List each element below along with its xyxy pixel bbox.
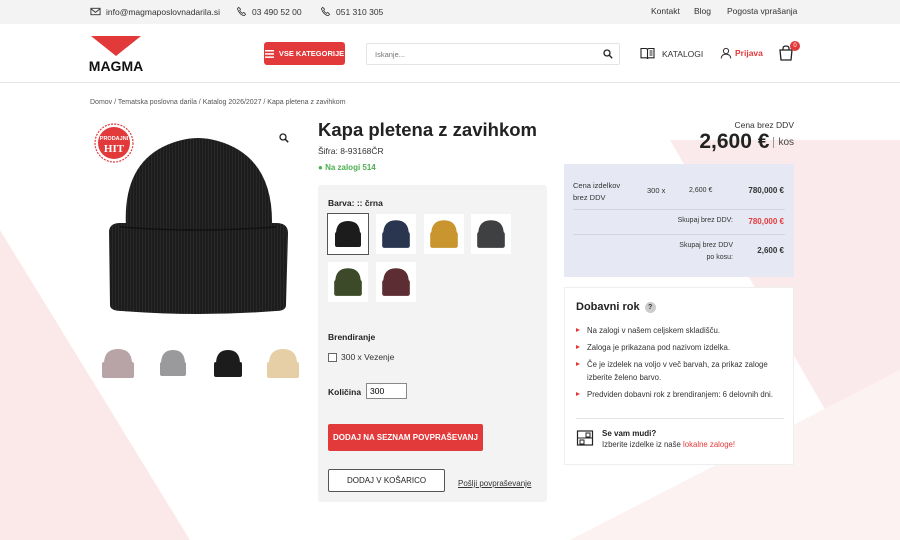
phone-text: 03 490 52 00 (252, 6, 302, 17)
categories-label: VSE KATEGORIJE (278, 49, 345, 58)
product-main-image[interactable]: PRODAJNI HIT (90, 117, 300, 329)
list-item: Na zalogi v našem celjskem skladišču. (576, 324, 786, 337)
product-price: 2,600 € kos (699, 130, 794, 154)
thumbnail[interactable] (255, 340, 310, 385)
list-item: Če je izdelek na voljo v več barvah, za … (576, 358, 786, 384)
mobile-phone-icon (320, 6, 331, 17)
add-to-inquiry-button[interactable]: DODAJ NA SEZNAM POVPRAŠEVANJ (328, 424, 483, 451)
user-icon (720, 47, 732, 59)
per-piece-label: Skupaj brez DDV po kosu: (679, 242, 733, 261)
topbar-phone-1[interactable]: 03 490 52 00 (236, 6, 302, 17)
row-total: 780,000 € (748, 186, 784, 195)
all-categories-button[interactable]: VSE KATEGORIJE (264, 42, 345, 65)
search-icon (603, 49, 613, 59)
stock-status: ● Na zalogi 514 (318, 163, 376, 172)
color-swatch-burgundy[interactable] (376, 262, 416, 302)
divider (573, 234, 785, 235)
price-summary-table: Cena izdelkov brez DDV 300 x 2,600 € 780… (564, 164, 794, 277)
catalogs-link[interactable]: KATALOGI (640, 47, 703, 60)
login-link[interactable]: Prijava (720, 47, 763, 59)
price-unit: kos (773, 136, 794, 148)
top-bar: info@magmaposlovnadarila.si 03 490 52 00… (0, 0, 900, 24)
color-label: Barva: :: črna (328, 198, 383, 208)
local-stock-link[interactable]: lokalne zaloge! (683, 440, 735, 449)
thumbnail[interactable] (90, 340, 145, 385)
warehouse-icon (576, 430, 594, 446)
delivery-info-box: Dobavni rok ? Na zalogi v našem celjskem… (564, 287, 794, 465)
breadcrumb[interactable]: Domov / Tematska poslovna darila / Katal… (90, 99, 346, 106)
thumbnail[interactable] (200, 340, 255, 385)
divider (576, 418, 784, 419)
delivery-list: Na zalogi v našem celjskem skladišču. Za… (576, 324, 786, 405)
book-icon (640, 47, 655, 60)
login-label: Prijava (735, 48, 763, 58)
subtotal-label: Skupaj brez DDV: (677, 217, 733, 224)
phone-icon (236, 6, 247, 17)
beanie-image (109, 138, 288, 314)
topbar-link-blog[interactable]: Blog (694, 6, 711, 16)
help-icon[interactable]: ? (644, 301, 656, 313)
add-to-cart-button[interactable]: DODAJ V KOŠARICO (328, 469, 445, 492)
phone-text: 051 310 305 (336, 6, 384, 17)
row-unit-price: 2,600 € (689, 187, 713, 194)
thumbnail-strip (90, 340, 310, 385)
stock-text: Na zalogi 514 (325, 163, 376, 172)
main-header: MAGMA VSE KATEGORIJE KATALOGI Prijava 0 (0, 24, 900, 83)
list-item: Predviden dobavni rok z brendiranjem: 6 … (576, 388, 786, 401)
urgent-help: Se vam mudi? Izberite izdelke iz naše lo… (576, 429, 735, 449)
topbar-link-faq[interactable]: Pogosta vprašanja (727, 6, 797, 16)
magma-logo[interactable]: MAGMA (89, 34, 143, 74)
quantity-input[interactable] (366, 383, 407, 399)
search-box (366, 43, 620, 65)
catalogs-label: KATALOGI (662, 48, 704, 59)
email-text: info@magmaposlovnadarila.si (106, 6, 220, 17)
branding-checkbox[interactable] (328, 352, 337, 362)
branding-option[interactable]: 300 x Vezenje (328, 352, 394, 362)
logo-text: MAGMA (89, 58, 143, 74)
cart-count-badge: 0 (790, 41, 800, 51)
topbar-link-kontakt[interactable]: Kontakt (651, 6, 680, 16)
delivery-title: Dobavni rok ? (576, 301, 656, 313)
quantity-label: Količina (328, 387, 362, 397)
product-options-panel: Barva: :: črna Brendiranje 300 x Vezenje… (318, 185, 547, 502)
thumbnail[interactable] (145, 340, 200, 385)
topbar-email[interactable]: info@magmaposlovnadarila.si (90, 6, 220, 17)
branding-option-label: 300 x Vezenje (341, 352, 395, 362)
subtotal-value: 780,000 € (748, 217, 784, 226)
row-qty: 300 x (647, 186, 666, 195)
send-inquiry-link[interactable]: Pošlji povpraševanje (458, 479, 531, 488)
list-item: Zaloga je prikazana pod nazivom izdelka. (576, 341, 786, 354)
branding-label: Brendiranje (328, 332, 376, 342)
color-swatch-black[interactable] (327, 213, 369, 255)
search-input[interactable] (367, 44, 587, 64)
divider (573, 209, 785, 210)
price-amount: 2,600 € (699, 130, 770, 153)
mail-icon (90, 7, 101, 16)
row-label: Cena izdelkov brez DDV (573, 181, 621, 202)
color-swatch-navy[interactable] (376, 214, 416, 254)
price-label: Cena brez DDV (734, 120, 794, 130)
topbar-phone-2[interactable]: 051 310 305 (320, 6, 383, 17)
per-piece-value: 2,600 € (757, 246, 784, 255)
color-swatch-mustard[interactable] (424, 214, 464, 254)
help-title: Se vam mudi? (602, 429, 657, 438)
help-text-line: Izberite izdelke iz naše lokalne zaloge! (602, 440, 735, 449)
help-text: Izberite izdelke iz naše (602, 440, 681, 449)
delivery-title-text: Dobavni rok (576, 301, 640, 313)
cart-button[interactable]: 0 (777, 41, 800, 64)
product-sku: Šifra: 8-93168ČR (318, 146, 384, 156)
color-swatch-grey[interactable] (471, 214, 511, 254)
product-title: Kapa pletena z zavihkom (318, 119, 537, 140)
search-button[interactable] (597, 44, 619, 64)
color-swatch-olive[interactable] (328, 262, 368, 302)
menu-icon (264, 49, 274, 58)
